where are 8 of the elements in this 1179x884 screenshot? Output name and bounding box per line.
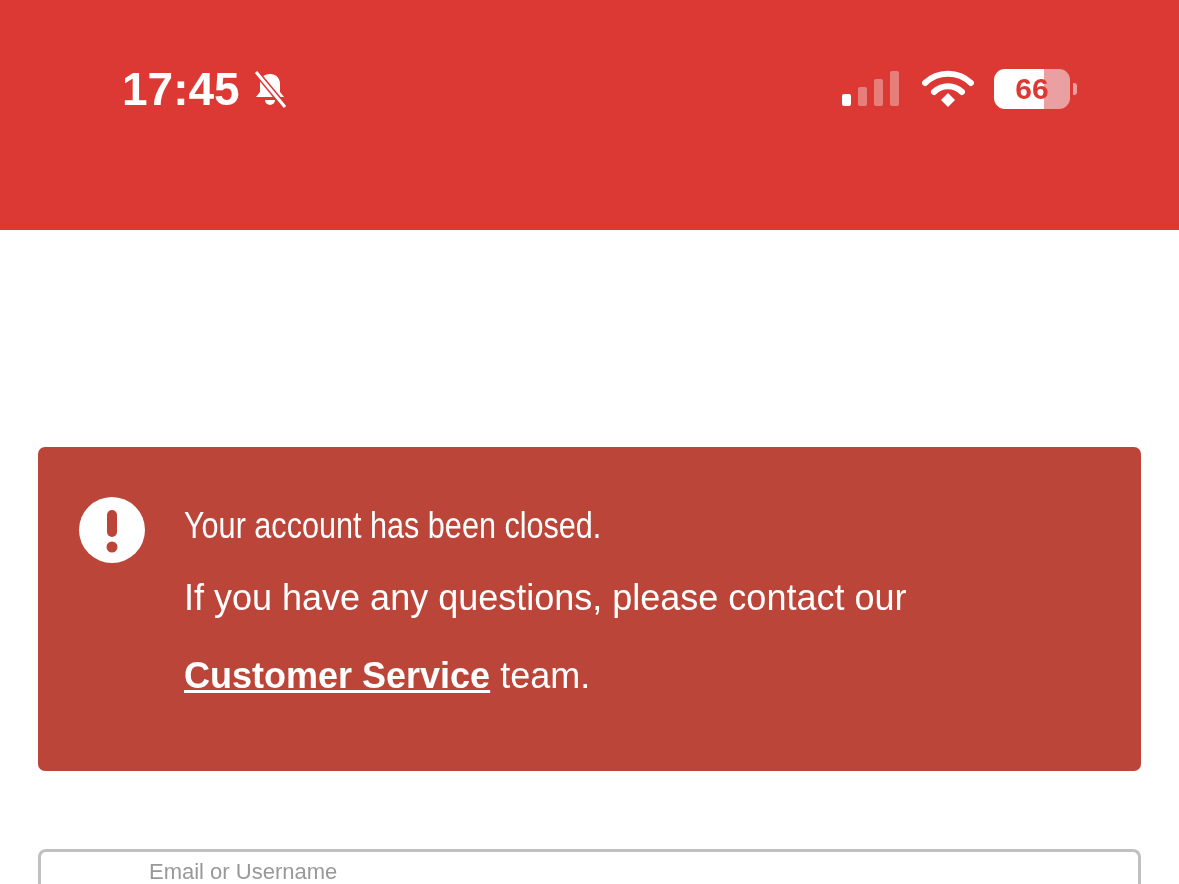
clock-time: 17:45 xyxy=(122,62,240,116)
email-field[interactable]: Email or Username xyxy=(38,849,1141,884)
exclamation-icon xyxy=(79,497,145,563)
alert-title: Your account has been closed. xyxy=(184,505,603,547)
wifi-icon xyxy=(922,70,974,108)
signal-icon xyxy=(842,70,902,108)
alert-message: If you have any questions, please contact our Customer Service team. xyxy=(184,576,908,698)
customer-service-link[interactable]: Customer Service xyxy=(184,655,491,696)
